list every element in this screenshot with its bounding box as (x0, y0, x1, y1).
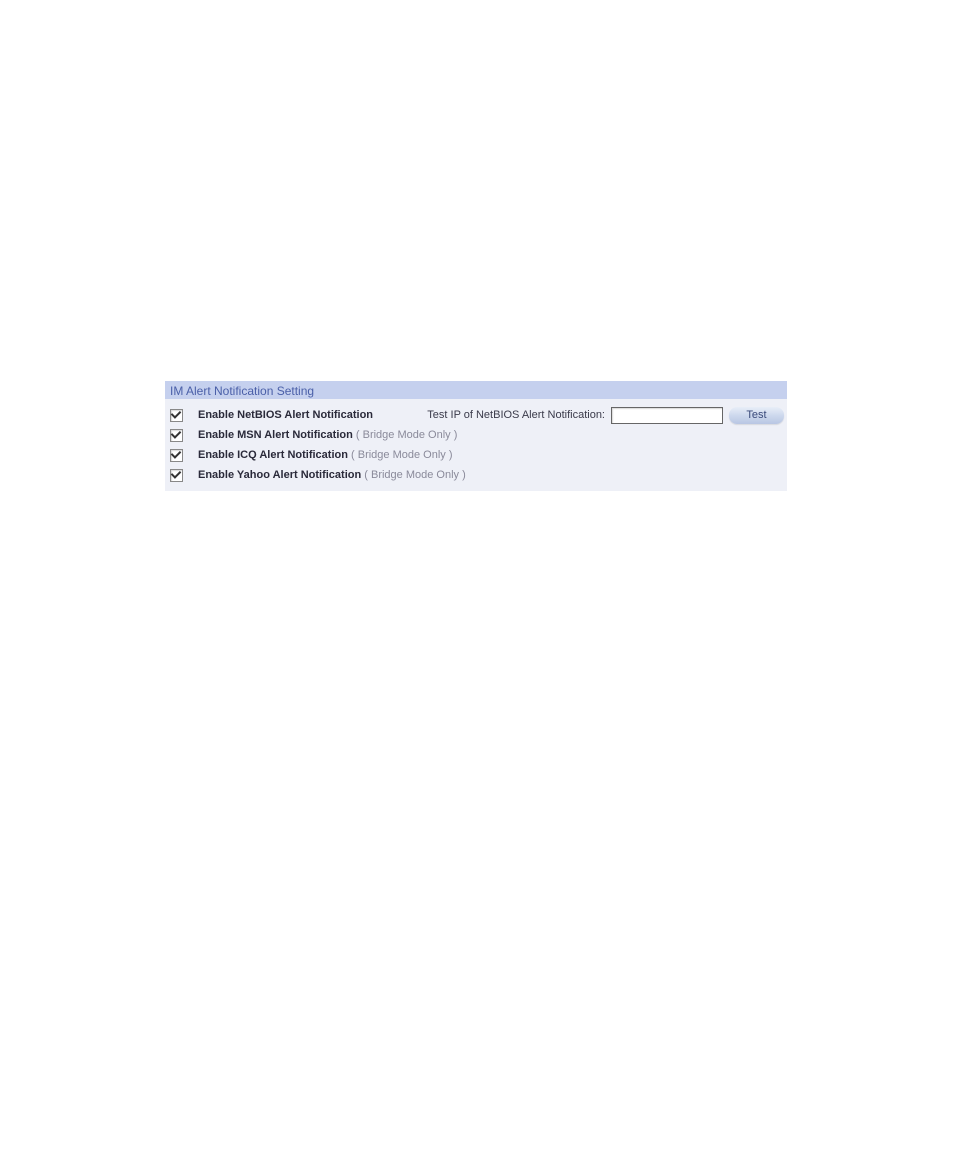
label-netbios-text: Enable NetBIOS Alert Notification (198, 409, 373, 421)
checkbox-cell (168, 409, 198, 422)
label-icq-text: Enable ICQ Alert Notification (198, 449, 348, 461)
label-icq: Enable ICQ Alert Notification ( Bridge M… (198, 449, 453, 461)
panel-title: IM Alert Notification Setting (165, 381, 787, 399)
label-yahoo-text: Enable Yahoo Alert Notification (198, 469, 361, 481)
label-yahoo: Enable Yahoo Alert Notification ( Bridge… (198, 469, 466, 481)
label-netbios: Enable NetBIOS Alert Notification (198, 409, 373, 421)
checkbox-msn[interactable] (170, 429, 183, 442)
label-msn-text: Enable MSN Alert Notification (198, 429, 353, 441)
test-ip-label: Test IP of NetBIOS Alert Notification: (387, 409, 605, 421)
row-yahoo: Enable Yahoo Alert Notification ( Bridge… (168, 465, 784, 485)
checkbox-netbios[interactable] (170, 409, 183, 422)
label-msn-note: ( Bridge Mode Only ) (353, 429, 458, 441)
row-msn: Enable MSN Alert Notification ( Bridge M… (168, 425, 784, 445)
test-ip-input[interactable] (611, 407, 723, 424)
label-yahoo-note: ( Bridge Mode Only ) (361, 469, 466, 481)
checkbox-yahoo[interactable] (170, 469, 183, 482)
im-alert-panel: IM Alert Notification Setting Enable Net… (165, 381, 787, 491)
label-msn: Enable MSN Alert Notification ( Bridge M… (198, 429, 457, 441)
panel-body: Enable NetBIOS Alert Notification Test I… (165, 399, 787, 491)
test-button[interactable]: Test (729, 407, 784, 424)
row-icq: Enable ICQ Alert Notification ( Bridge M… (168, 445, 784, 465)
checkbox-cell (168, 429, 198, 442)
label-icq-note: ( Bridge Mode Only ) (348, 449, 453, 461)
row-netbios: Enable NetBIOS Alert Notification Test I… (168, 405, 784, 425)
checkbox-icq[interactable] (170, 449, 183, 462)
checkbox-cell (168, 449, 198, 462)
netbios-test-group: Test IP of NetBIOS Alert Notification: T… (387, 407, 784, 424)
checkbox-cell (168, 469, 198, 482)
